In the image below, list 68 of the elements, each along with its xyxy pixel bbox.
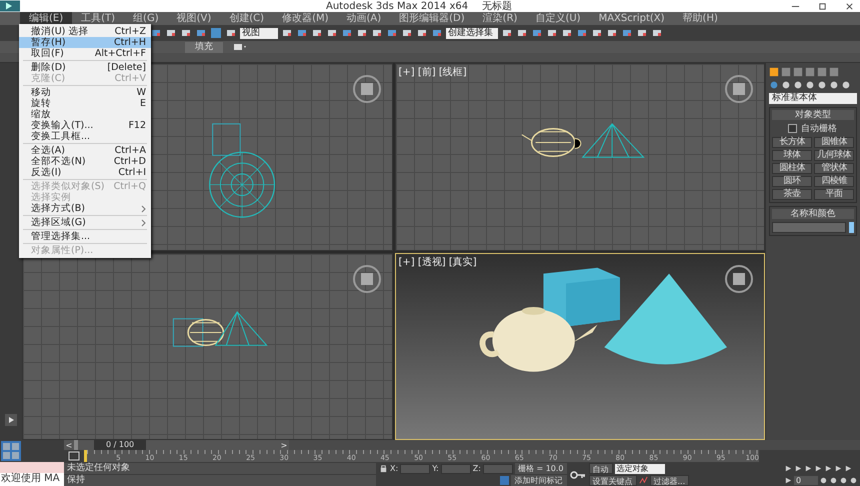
menu-item[interactable]: 全选(A) Ctrl+A (19, 145, 151, 156)
primitive-button[interactable]: 几何球体 (814, 150, 854, 161)
rollout-title[interactable]: 名称和颜色 (772, 209, 854, 219)
menu-item[interactable]: 缩放 (19, 109, 151, 120)
viewport-panel[interactable]: [+] [透视] [真实] (394, 252, 765, 440)
menu-item[interactable]: 图形编辑器(D) (390, 12, 474, 25)
primitive-button[interactable]: 四棱锥 (814, 176, 854, 187)
menu-item[interactable]: 移动 W (19, 87, 151, 98)
primitive-button[interactable]: 长方体 (772, 137, 812, 148)
menu-item[interactable]: 编辑(E) (20, 12, 72, 25)
set-key-button[interactable]: 设置关键点 (588, 475, 637, 486)
primitive-button[interactable]: 平面 (814, 189, 854, 200)
window-title: Autodesk 3ds Max 2014 x64 (326, 0, 468, 12)
primitive-button[interactable]: 管状体 (814, 163, 854, 174)
menu-item[interactable]: 自定义(U) (526, 12, 590, 25)
checkbox-label: 自动栅格 (801, 122, 837, 135)
menu-item[interactable]: 创建(C) (220, 12, 274, 25)
add-time-tag-button[interactable]: 添加时间标记 (510, 475, 567, 486)
menu-item[interactable]: 渲染(R) (474, 12, 526, 25)
rollout-title[interactable]: 对象类型 (772, 110, 854, 120)
selection-status: 未选定任何对象 (67, 463, 130, 473)
menu-item[interactable]: 全部不选(N) Ctrl+D (19, 156, 151, 167)
viewport-label[interactable]: [+] [前] [线框] (398, 65, 467, 79)
document-title: 无标题 (482, 0, 512, 12)
viewport-panel[interactable]: [+] [前] [线框] (394, 63, 765, 250)
menu-item[interactable]: 旋转 E (19, 98, 151, 109)
menu-item[interactable]: 组(G) (124, 12, 168, 25)
menu-item[interactable]: 修改器(M) (273, 12, 338, 25)
menu-item[interactable]: 动画(A) (338, 12, 390, 25)
primitive-button[interactable]: 球体 (772, 150, 812, 161)
listener-text: 欢迎使用 MA (0, 473, 61, 485)
primitive-button[interactable]: 茶壶 (772, 189, 812, 200)
next-frame-button[interactable]: > (279, 440, 289, 450)
menu-item[interactable]: 帮助(H) (674, 12, 727, 25)
prompt-text: 保持 (67, 475, 85, 485)
view-dropdown[interactable]: 视图 (240, 28, 278, 38)
key-mode-dropdown[interactable]: 选定对象 (614, 464, 665, 474)
coordinate-label: Y: (432, 464, 439, 473)
previous-frame-button[interactable]: < (64, 440, 74, 450)
frame-reading: 0 / 100 (94, 440, 146, 450)
menu-item[interactable]: 取回(F) Alt+Ctrl+F (19, 48, 151, 59)
menu-item[interactable]: 管理选择集... (19, 231, 151, 242)
coordinate-label: X: (390, 464, 398, 473)
primitive-button[interactable]: 圆锥体 (814, 137, 854, 148)
menu-item[interactable]: 反选(I) Ctrl+I (19, 167, 151, 178)
menu-item[interactable]: 删除(D) [Delete] (19, 62, 151, 73)
coordinate-label: Z: (472, 464, 481, 473)
viewport-label[interactable]: [+] [透视] [真实] (398, 254, 477, 268)
menu-item[interactable]: 暂存(H) Ctrl+H (19, 37, 151, 48)
primitive-button[interactable]: 圆柱体 (772, 163, 812, 174)
auto-key-button[interactable]: 自动 (588, 463, 613, 474)
category-dropdown[interactable]: 标准基本体 (769, 93, 857, 104)
frame-field[interactable]: 0 (794, 476, 818, 485)
grid-size-text: 栅格 = 10.0 (514, 463, 567, 474)
menu-item[interactable]: 视图(V) (168, 12, 220, 25)
menu-item[interactable]: 选择区域(G) (19, 217, 151, 228)
time-slider[interactable]: < 0 / 100 > (64, 440, 289, 450)
menu-item[interactable]: MAXScript(X) (590, 12, 674, 25)
menu-item[interactable]: 撤消(U) 选择 Ctrl+Z (19, 26, 151, 37)
menu-item[interactable]: 变换工具框... (19, 131, 151, 142)
menu-item[interactable]: 变换输入(T)... F12 (19, 120, 151, 131)
ribbon-tab[interactable]: 填充 (185, 42, 223, 52)
primitive-button[interactable]: 圆环 (772, 176, 812, 187)
maxscript-listener[interactable]: 欢迎使用 MA (0, 462, 64, 486)
menu-item[interactable]: 工具(T) (72, 12, 124, 25)
menu-item[interactable]: 选择方式(B) (19, 203, 151, 214)
selection-set-dropdown[interactable]: 创建选择集 (446, 28, 498, 38)
filters-button[interactable]: 过滤器... (650, 475, 690, 486)
